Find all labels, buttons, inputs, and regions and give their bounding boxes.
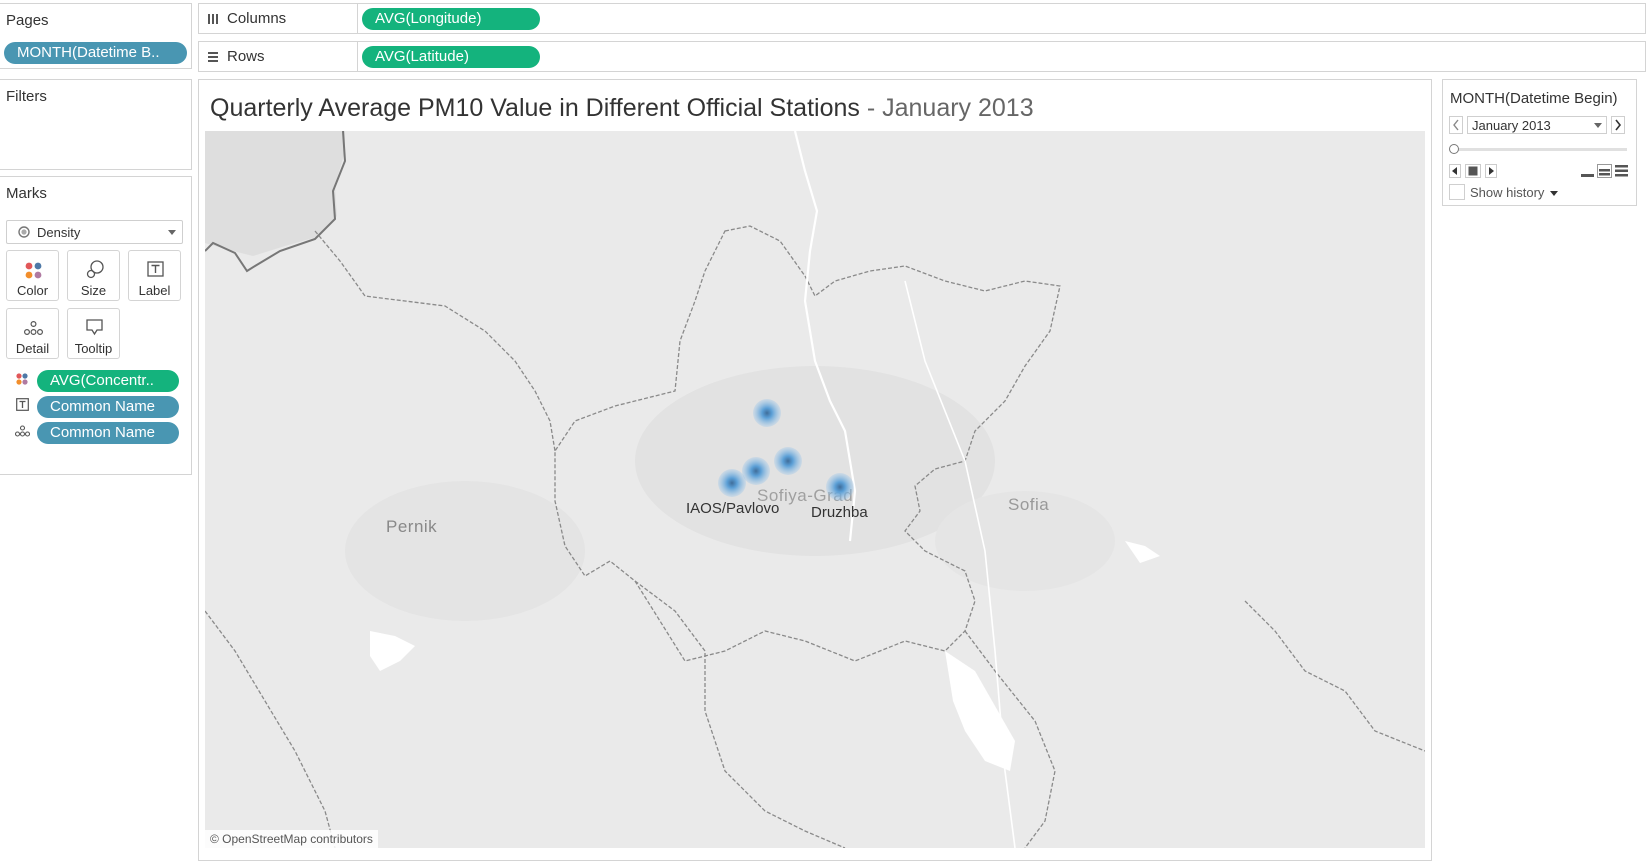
sheet-title: Quarterly Average PM10 Value in Differen…: [210, 94, 1034, 123]
text-label-icon: [147, 261, 164, 277]
density-mark[interactable]: [774, 447, 802, 475]
tooltip-label: Tooltip: [74, 341, 113, 356]
detail-field-pill[interactable]: Common Name: [37, 422, 179, 444]
color-label: Color: [16, 283, 49, 298]
next-page-button[interactable]: [1611, 116, 1625, 134]
filters-title: Filters: [6, 88, 47, 105]
columns-shelf[interactable]: Columns AVG(Longitude): [198, 3, 1646, 34]
chevron-down-icon: [168, 230, 176, 235]
density-mark[interactable]: [718, 469, 746, 497]
mark-type-dropdown[interactable]: Density: [6, 220, 183, 244]
density-icon: [18, 226, 30, 238]
density-mark[interactable]: [826, 473, 854, 501]
page-select[interactable]: January 2013: [1467, 116, 1607, 134]
sheet-title-month: January 2013: [882, 94, 1034, 122]
columns-longitude-pill[interactable]: AVG(Longitude): [362, 8, 540, 30]
page-slider-handle[interactable]: [1449, 144, 1459, 154]
page-control-card: MONTH(Datetime Begin) January 2013 Show …: [1442, 79, 1637, 206]
label-button[interactable]: Label: [128, 250, 181, 301]
chevron-down-icon: [1594, 123, 1602, 128]
color-field-pill[interactable]: AVG(Concentr..: [37, 370, 179, 392]
speed-fast-icon[interactable]: [1614, 164, 1629, 178]
play-forward-icon[interactable]: [1485, 164, 1497, 178]
label-field-icon: [16, 398, 29, 411]
filters-card[interactable]: Filters: [0, 79, 192, 170]
detail-button[interactable]: Detail: [6, 308, 59, 359]
label-label: Label: [138, 283, 171, 298]
rows-icon: [208, 52, 218, 62]
color-icon: [25, 262, 42, 279]
speed-medium-icon[interactable]: [1597, 164, 1612, 178]
prev-page-button[interactable]: [1449, 116, 1463, 134]
rows-shelf[interactable]: Rows AVG(Latitude): [198, 41, 1646, 72]
map-attribution[interactable]: © OpenStreetMap contributors: [205, 830, 378, 848]
sheet-title-main: Quarterly Average PM10 Value in Differen…: [210, 94, 860, 122]
tooltip-button[interactable]: Tooltip: [67, 308, 120, 359]
show-history-checkbox[interactable]: [1449, 184, 1465, 200]
play-backward-icon[interactable]: [1449, 164, 1461, 178]
size-button[interactable]: Size: [67, 250, 120, 301]
density-marks: [718, 399, 854, 501]
rows-latitude-pill[interactable]: AVG(Latitude): [362, 46, 540, 68]
station-label-druzhba: Druzhba: [811, 504, 868, 521]
detail-icon: [24, 320, 44, 336]
show-history-dropdown[interactable]: Show history: [1470, 185, 1559, 200]
tooltip-icon: [86, 319, 103, 336]
chevron-down-icon: [1550, 190, 1559, 196]
pages-title: Pages: [6, 12, 49, 29]
detail-field-icon: [15, 425, 30, 437]
sheet-title-separator: -: [859, 94, 883, 122]
size-label: Size: [80, 283, 107, 298]
size-icon: [86, 260, 104, 279]
pages-field-pill[interactable]: MONTH(Datetime B..: [4, 42, 187, 64]
station-label-iaos-pavlovo: IAOS/Pavlovo: [686, 500, 780, 517]
chevron-left-icon: [1453, 119, 1459, 131]
detail-label: Detail: [15, 341, 50, 356]
color-button[interactable]: Color: [6, 250, 59, 301]
mark-type-label: Density: [37, 225, 81, 240]
color-field-icon: [16, 373, 28, 385]
density-mark[interactable]: [753, 399, 781, 427]
chevron-right-icon: [1615, 119, 1622, 131]
columns-icon: [208, 14, 218, 24]
density-mark[interactable]: [742, 457, 770, 485]
stop-icon[interactable]: [1465, 164, 1481, 178]
columns-label: Columns: [227, 10, 287, 27]
label-field-pill[interactable]: Common Name: [37, 396, 179, 418]
page-select-value: January 2013: [1472, 118, 1551, 133]
show-history-label: Show history: [1470, 185, 1545, 200]
rows-label: Rows: [227, 48, 265, 65]
pages-card: Pages MONTH(Datetime B..: [0, 3, 192, 69]
speed-slow-icon[interactable]: [1580, 164, 1595, 178]
map-area[interactable]: Pernik Sofiya-Grad Sofia IAOS/Pavlovo Dr…: [205, 131, 1425, 848]
sheet-view: Quarterly Average PM10 Value in Differen…: [198, 79, 1432, 861]
marks-title: Marks: [6, 185, 47, 202]
page-control-title: MONTH(Datetime Begin): [1450, 90, 1618, 107]
page-slider-track[interactable]: [1455, 148, 1627, 151]
marks-card: Marks Density Color Size Label Detail To…: [0, 176, 192, 475]
